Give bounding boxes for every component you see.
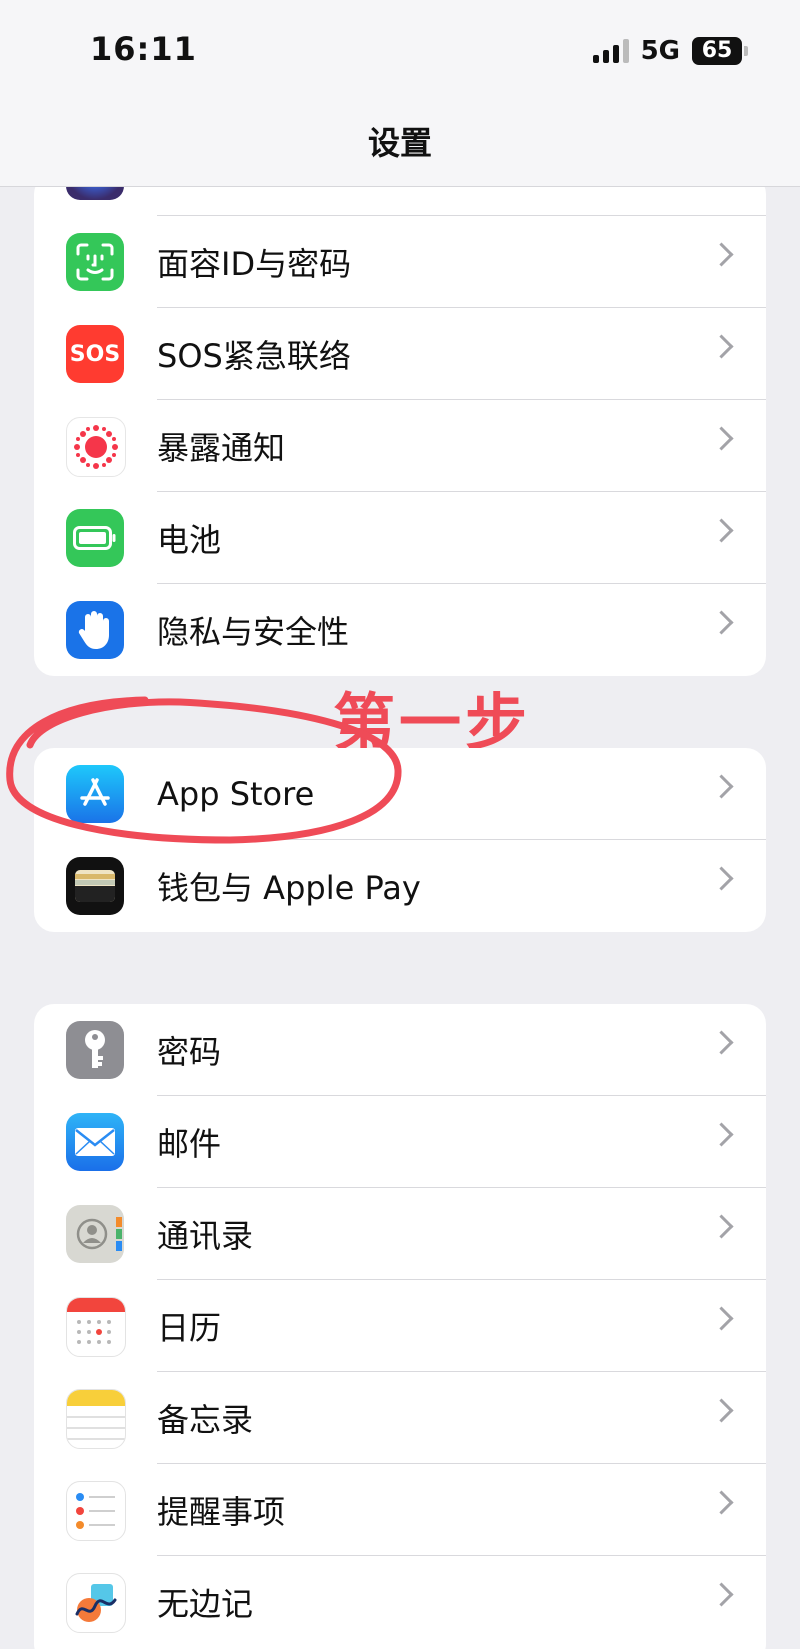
- settings-group-apps: 密码 邮件 通讯录 日历 备忘录 提醒事项 无边记: [34, 1004, 766, 1649]
- hand-privacy-icon: [66, 601, 124, 659]
- battery-level: 65: [692, 37, 742, 65]
- face-id-icon: [66, 233, 124, 291]
- battery-icon: [66, 509, 124, 567]
- settings-row-label: 提醒事项: [157, 1493, 286, 1531]
- app-store-icon: [66, 765, 124, 823]
- freeform-icon: [66, 1573, 126, 1633]
- settings-row-label: 邮件: [157, 1125, 222, 1163]
- settings-row-contacts[interactable]: 通讯录: [34, 1188, 766, 1280]
- settings-row-calendar[interactable]: 日历: [34, 1280, 766, 1372]
- settings-row-passwords[interactable]: 密码: [34, 1004, 766, 1096]
- chevron-right-icon: [709, 1214, 734, 1239]
- settings-row-label: 暴露通知: [157, 429, 286, 467]
- settings-row-wallet[interactable]: 钱包与 Apple Pay: [34, 840, 766, 932]
- chevron-right-icon: [709, 1306, 734, 1331]
- settings-row-label: 日历: [157, 1309, 222, 1347]
- settings-row-label: 通讯录: [157, 1217, 254, 1255]
- status-time: 16:11: [90, 30, 197, 68]
- notes-icon: [66, 1389, 126, 1449]
- settings-row-label: 面容ID与密码: [157, 245, 352, 283]
- page-title: 设置: [367, 124, 432, 162]
- settings-group-store: App Store 钱包与 Apple Pay: [34, 748, 766, 932]
- contacts-icon: [66, 1205, 124, 1263]
- chevron-right-icon: [709, 334, 734, 359]
- settings-row-mail[interactable]: 邮件: [34, 1096, 766, 1188]
- settings-row-sos[interactable]: SOS SOS紧急联络: [34, 308, 766, 400]
- chevron-right-icon: [709, 1030, 734, 1055]
- exposure-notification-icon: [66, 417, 126, 477]
- reminders-icon: [66, 1481, 126, 1541]
- battery-status-icon: 65: [692, 37, 748, 65]
- settings-row-label: 钱包与 Apple Pay: [157, 869, 421, 907]
- cellular-signal-icon: [592, 39, 629, 63]
- settings-row-label: 电池: [157, 521, 222, 559]
- chevron-right-icon: [709, 774, 734, 799]
- key-icon: [66, 1021, 124, 1079]
- settings-row-notes[interactable]: 备忘录: [34, 1372, 766, 1464]
- settings-row-reminders[interactable]: 提醒事项: [34, 1464, 766, 1556]
- status-indicators: 5G 65: [592, 36, 748, 66]
- settings-row-privacy[interactable]: 隐私与安全性: [34, 584, 766, 676]
- chevron-right-icon: [709, 866, 734, 891]
- chevron-right-icon: [709, 610, 734, 635]
- chevron-right-icon: [709, 518, 734, 543]
- settings-row-label: 隐私与安全性: [157, 613, 350, 651]
- settings-screen: 16:11 5G 65 设置 面容ID与密码 SOS SOS紧急联络 暴露通知 …: [0, 0, 800, 1649]
- settings-row-label: App Store: [157, 775, 315, 813]
- chevron-right-icon: [709, 1490, 734, 1515]
- calendar-icon: [66, 1297, 126, 1357]
- settings-row-battery[interactable]: 电池: [34, 492, 766, 584]
- settings-row-face-id[interactable]: 面容ID与密码: [34, 216, 766, 308]
- settings-row-label: 无边记: [157, 1585, 254, 1623]
- settings-row-freeform[interactable]: 无边记: [34, 1556, 766, 1648]
- settings-group-security: 面容ID与密码 SOS SOS紧急联络 暴露通知 电池 隐私与安全性: [34, 174, 766, 676]
- chevron-right-icon: [709, 1122, 734, 1147]
- chevron-right-icon: [709, 1582, 734, 1607]
- chevron-right-icon: [709, 1398, 734, 1423]
- settings-row-label: 密码: [157, 1033, 222, 1071]
- chevron-right-icon: [709, 242, 734, 267]
- top-bar: 16:11 5G 65 设置: [0, 0, 800, 187]
- settings-row-label: 备忘录: [157, 1401, 254, 1439]
- settings-row-app-store[interactable]: App Store: [34, 748, 766, 840]
- network-type: 5G: [640, 36, 680, 66]
- settings-row-exposure[interactable]: 暴露通知: [34, 400, 766, 492]
- chevron-right-icon: [709, 426, 734, 451]
- settings-row-label: SOS紧急联络: [157, 337, 351, 375]
- wallet-icon: [66, 857, 124, 915]
- mail-icon: [66, 1113, 124, 1171]
- sos-icon: SOS: [66, 325, 124, 383]
